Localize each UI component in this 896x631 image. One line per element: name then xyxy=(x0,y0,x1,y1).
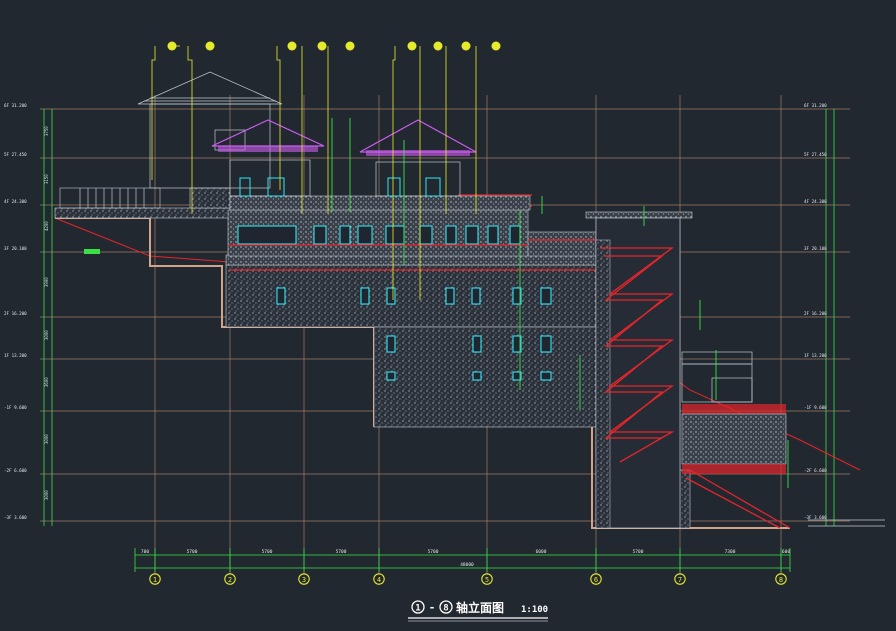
title-name: 轴立面图 xyxy=(456,600,504,615)
title-axis-from: 1 xyxy=(415,604,420,614)
left-dimension-values: 3750 3150 4200 3900 3000 3600 3000 3000 xyxy=(44,126,49,500)
left-level-dimension-chain xyxy=(43,109,53,526)
level-label-right: 4F 24.300 xyxy=(804,199,827,204)
level-label-right: 1F 13.200 xyxy=(804,353,827,358)
dimension-segment-label: 5700 xyxy=(336,549,347,555)
callout-bubbles xyxy=(167,41,501,51)
level-label-left: 2F 16.200 xyxy=(4,311,27,316)
dimension-segment-label: 600 xyxy=(782,549,790,555)
title-dash: - xyxy=(429,601,436,614)
axis-label: 6 xyxy=(594,576,598,584)
axis-label: 2 xyxy=(228,576,232,584)
level-label-right: 2F 16.200 xyxy=(804,311,827,316)
dimension-segment-label: 5700 xyxy=(262,549,273,555)
dimension-segment-label: 5700 xyxy=(187,549,198,555)
dimension-segment-label: 6000 xyxy=(536,549,547,555)
level-label-left: -3F 3.600 xyxy=(4,515,27,520)
elevation-canvas: 3750 3150 4200 3900 3000 3600 3000 3000 … xyxy=(4,41,885,622)
axis-label: 1 xyxy=(153,576,157,584)
drawing-title: 1 - 8 轴立面图 1:100 xyxy=(408,600,548,622)
title-axis-to: 8 xyxy=(443,604,448,614)
level-label-left: 4F 24.300 xyxy=(4,199,27,204)
ground-level-tag xyxy=(84,249,100,254)
axis-label: 7 xyxy=(678,576,682,584)
horizontal-dimension-line xyxy=(134,548,791,572)
cad-elevation-drawing: 3750 3150 4200 3900 3000 3600 3000 3000 … xyxy=(0,0,896,631)
level-label-right: 6F 31.200 xyxy=(804,103,827,108)
upper-terrace xyxy=(59,187,531,211)
svg-text:3000: 3000 xyxy=(44,490,49,500)
level-labels-right: 6F 31.200 5F 27.450 4F 24.300 3F 20.100 2F 1… xyxy=(804,103,827,520)
svg-text:3900: 3900 xyxy=(44,277,49,287)
axis-label: 8 xyxy=(779,576,783,584)
level-label-left: -1F 9.600 xyxy=(4,405,27,410)
svg-text:3000: 3000 xyxy=(44,434,49,444)
axis-label: 5 xyxy=(485,576,489,584)
title-scale: 1:100 xyxy=(521,605,548,615)
level-labels-left: 6F 31.200 5F 27.450 4F 24.300 3F 20.100 2F 1… xyxy=(4,103,27,520)
level-label-left: 1F 13.200 xyxy=(4,353,27,358)
svg-text:3600: 3600 xyxy=(44,377,49,387)
stair-tower xyxy=(585,211,693,529)
dimension-total-label: 48000 xyxy=(460,562,474,568)
svg-text:3750: 3750 xyxy=(44,126,49,136)
dimension-labels: 700 5700 5700 5700 5700 6000 5700 7300 600 48000 xyxy=(141,549,790,568)
level-label-right: -3F 3.600 xyxy=(804,515,827,520)
dimension-segment-label: 5700 xyxy=(428,549,439,555)
axis-label: 3 xyxy=(302,576,306,584)
rear-villa xyxy=(137,71,283,189)
axis-bubbles: 1 2 3 4 5 6 7 8 xyxy=(149,573,787,585)
svg-text:3000: 3000 xyxy=(44,330,49,340)
right-annex xyxy=(681,351,885,527)
level-label-left: 6F 31.200 xyxy=(4,103,27,108)
axis-label: 4 xyxy=(377,576,381,584)
level-label-left: 3F 20.100 xyxy=(4,246,27,251)
dimension-segment-label: 5700 xyxy=(633,549,644,555)
level-label-right: 3F 20.100 xyxy=(804,246,827,251)
level-label-left: -2F 6.600 xyxy=(4,468,27,473)
level-label-right: -1F 9.600 xyxy=(804,405,827,410)
dimension-segment-label: 700 xyxy=(141,549,149,555)
svg-text:3150: 3150 xyxy=(44,174,49,184)
level-label-left: 5F 27.450 xyxy=(4,152,27,157)
left-terrace-slab xyxy=(54,207,231,219)
level-label-right: -2F 6.600 xyxy=(804,468,827,473)
dimension-segment-label: 7300 xyxy=(725,549,736,555)
right-level-dimension-chain xyxy=(825,109,835,526)
svg-text:4200: 4200 xyxy=(44,221,49,231)
level-label-right: 5F 27.450 xyxy=(804,152,827,157)
